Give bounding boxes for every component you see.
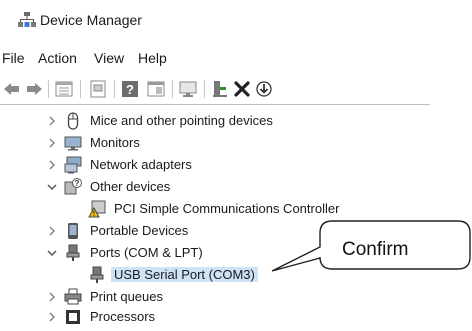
tree-item-label: Portable Devices [90, 223, 189, 238]
chevron-down-icon[interactable] [46, 246, 58, 258]
tree-item-label: Network adapters [90, 157, 192, 172]
tree-item-label: Ports (COM & LPT) [90, 245, 203, 260]
tree-item-label: Monitors [90, 135, 140, 150]
action-view-icon[interactable] [146, 79, 166, 99]
tree-item-pci-simple-communications-controller[interactable]: PCI Simple Communications Controller [0, 198, 472, 220]
help-icon[interactable]: ? [120, 79, 140, 99]
toolbar-separator [80, 80, 81, 98]
tree-item-monitors[interactable]: Monitors [0, 132, 472, 154]
back-icon[interactable] [2, 79, 22, 99]
svg-text:?: ? [75, 179, 80, 188]
toolbar: ? [0, 74, 430, 104]
toolbar-separator [48, 80, 49, 98]
unknown-device-icon: ? [64, 178, 82, 196]
port-icon [88, 266, 106, 284]
forward-icon[interactable] [24, 79, 44, 99]
menu-view[interactable]: View [94, 50, 124, 66]
network-adapter-icon [64, 156, 82, 174]
mouse-icon [64, 112, 82, 130]
menu-help[interactable]: Help [138, 50, 167, 66]
menu-file[interactable]: File [2, 50, 25, 66]
toolbar-separator [172, 80, 173, 98]
toolbar-divider [0, 104, 430, 105]
tree-item-other-devices[interactable]: ? Other devices [0, 176, 472, 198]
svg-text:?: ? [126, 82, 134, 97]
title-bar: Device Manager [0, 0, 472, 40]
tree-item-label: Mice and other pointing devices [90, 113, 273, 128]
tree-item-usb-serial-port[interactable]: USB Serial Port (COM3) [0, 264, 472, 286]
properties-list-icon[interactable] [54, 79, 74, 99]
toolbar-separator [204, 80, 205, 98]
processor-icon [64, 308, 82, 326]
chevron-down-icon[interactable] [46, 180, 58, 192]
device-manager-window: Device Manager File Action View Help ? M… [0, 0, 472, 324]
chevron-right-icon[interactable] [46, 310, 58, 322]
monitor-icon[interactable] [178, 79, 198, 99]
device-tree: Mice and other pointing devices Monitors… [0, 108, 472, 324]
toolbar-separator [114, 80, 115, 98]
tree-item-label: Print queues [90, 289, 163, 304]
device-manager-icon [18, 11, 36, 29]
chevron-right-icon[interactable] [46, 290, 58, 302]
port-icon [64, 244, 82, 262]
portable-device-icon [64, 222, 82, 240]
chevron-right-icon[interactable] [46, 136, 58, 148]
chevron-right-icon[interactable] [46, 158, 58, 170]
tree-item-network-adapters[interactable]: Network adapters [0, 154, 472, 176]
printer-icon [64, 288, 82, 306]
update-driver-icon[interactable] [210, 79, 230, 99]
tree-item-label: Other devices [90, 179, 171, 194]
tree-item-label: USB Serial Port (COM3) [111, 267, 258, 282]
monitor-icon [64, 134, 82, 152]
tree-item-label: Processors [90, 309, 156, 324]
tree-item-mice[interactable]: Mice and other pointing devices [0, 110, 472, 132]
chevron-right-icon[interactable] [46, 114, 58, 126]
window-title: Device Manager [40, 12, 142, 28]
scan-hardware-icon[interactable] [254, 79, 274, 99]
properties-icon[interactable] [88, 79, 108, 99]
menu-action[interactable]: Action [38, 50, 77, 66]
uninstall-icon[interactable] [232, 79, 252, 99]
chevron-right-icon[interactable] [46, 224, 58, 236]
tree-item-processors[interactable]: Processors [0, 306, 472, 328]
warning-device-icon [88, 200, 106, 218]
callout-text: Confirm [342, 239, 409, 260]
menu-bar: File Action View Help [0, 48, 472, 70]
tree-item-label: PCI Simple Communications Controller [114, 201, 340, 216]
tree-item-print-queues[interactable]: Print queues [0, 286, 472, 308]
